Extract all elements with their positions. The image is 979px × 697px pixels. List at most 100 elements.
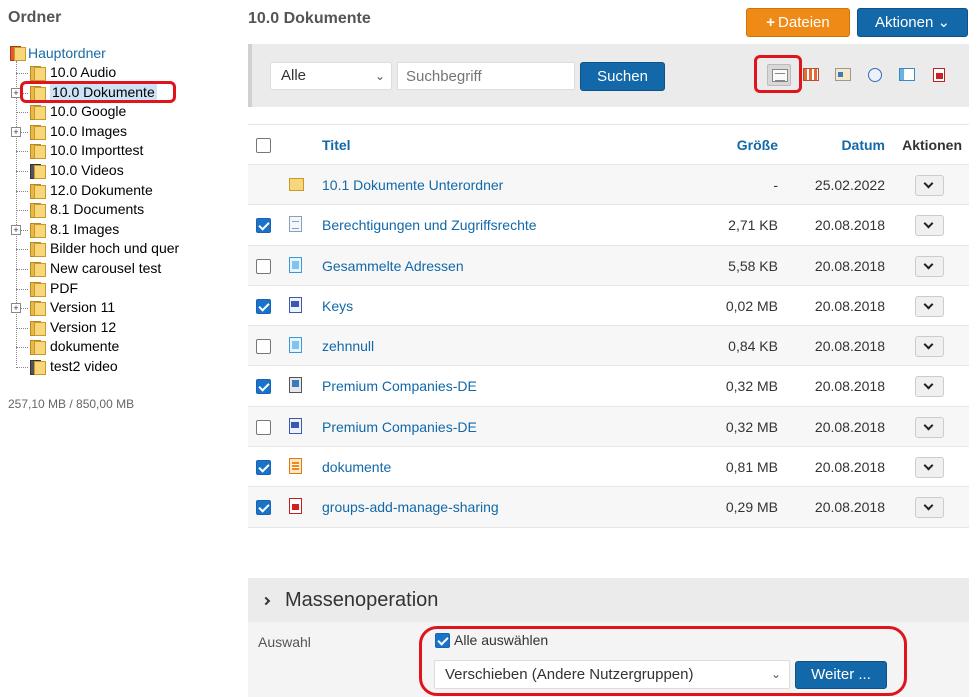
tree-item[interactable]: +8.1 Images xyxy=(8,220,240,240)
file-date: 20.08.2018 xyxy=(814,378,885,395)
file-date: 20.08.2018 xyxy=(814,499,885,516)
row-checkbox[interactable] xyxy=(256,339,271,355)
file-name-link[interactable]: groups-add-manage-sharing xyxy=(322,487,499,527)
timeline-view-button[interactable] xyxy=(863,64,887,86)
chevron-down-icon: ⌄ xyxy=(374,69,385,83)
tree-item-label: 10.0 Videos xyxy=(50,161,124,178)
row-checkbox[interactable] xyxy=(256,379,271,395)
tree-item[interactable]: 8.1 Documents xyxy=(8,200,240,220)
row-checkbox[interactable] xyxy=(256,218,271,234)
filter-toolbar: Alle ⌄ Suchen xyxy=(248,44,969,107)
tree-item[interactable]: 10.0 Google xyxy=(8,102,240,122)
tree-item-label: 10.0 Google xyxy=(50,103,127,120)
type-filter-select[interactable]: Alle ⌄ xyxy=(270,62,392,90)
table-row: groups-add-manage-sharing 0,29 MB 20.08.20… xyxy=(248,487,969,528)
file-date: 20.08.2018 xyxy=(814,459,885,476)
tree-item[interactable]: 10.0 Videos xyxy=(8,161,240,181)
add-files-label: Dateien xyxy=(778,14,830,31)
tree-item[interactable]: 10.0 Audio xyxy=(8,63,240,83)
panel-view-icon xyxy=(899,68,915,81)
grid-view-icon xyxy=(803,68,819,81)
tree-item[interactable]: 10.0 Importtest xyxy=(8,141,240,161)
file-size: 2,71 KB xyxy=(728,217,778,234)
search-input[interactable] xyxy=(397,62,575,90)
tree-item[interactable]: test2 video xyxy=(8,357,240,377)
expand-icon[interactable]: + xyxy=(11,224,21,235)
row-actions-button[interactable] xyxy=(915,215,944,237)
file-name-link[interactable]: Premium Companies-DE xyxy=(322,407,477,447)
row-checkbox[interactable] xyxy=(256,419,271,435)
row-actions-button[interactable] xyxy=(915,457,944,479)
chevron-down-icon xyxy=(923,178,934,189)
column-header-date[interactable]: Datum xyxy=(841,125,885,165)
panel-view-button[interactable] xyxy=(895,64,919,86)
pdf-view-button[interactable] xyxy=(927,64,951,86)
tree-connector xyxy=(16,249,28,251)
spreadsheet-icon xyxy=(289,337,302,354)
file-name-link[interactable]: zehnnull xyxy=(322,326,374,366)
select-all-checkbox[interactable] xyxy=(256,138,271,153)
row-checkbox[interactable] xyxy=(256,298,271,314)
file-size: 0,81 MB xyxy=(725,459,778,476)
page-title: 10.0 Dokumente xyxy=(248,10,371,27)
column-header-actions: Aktionen xyxy=(902,137,962,153)
table-row: Premium Companies-DE 0,32 MB 20.08.2018 xyxy=(248,406,969,448)
row-actions-button[interactable] xyxy=(915,497,944,519)
tree-connector xyxy=(16,73,28,74)
mass-operation-header[interactable]: Massenoperation xyxy=(248,578,969,622)
file-size: 0,02 MB xyxy=(725,297,778,314)
file-name-link[interactable]: Premium Companies-DE xyxy=(322,366,477,406)
add-files-button[interactable]: + Dateien xyxy=(746,8,850,37)
file-name-link[interactable]: 10.1 Dokumente Unterordner xyxy=(322,165,503,205)
actions-dropdown-button[interactable]: Aktionen ⌄ xyxy=(857,8,968,37)
tree-item[interactable]: 12.0 Dokumente xyxy=(8,181,240,201)
row-actions-button[interactable] xyxy=(915,175,944,196)
mass-operation-title: Massenoperation xyxy=(285,589,439,611)
table-row: zehnnull 0,84 KB 20.08.2018 xyxy=(248,326,969,367)
column-header-title[interactable]: Titel xyxy=(322,125,351,165)
search-button[interactable]: Suchen xyxy=(580,62,665,91)
grid-view-button[interactable] xyxy=(799,64,823,86)
row-actions-button[interactable] xyxy=(915,295,944,317)
tree-item[interactable]: New carousel test xyxy=(8,259,240,279)
tree-item-label: New carousel test xyxy=(50,259,162,276)
tree-item-label: 10.0 Importtest xyxy=(50,142,144,159)
tree-item[interactable]: PDF xyxy=(8,279,240,299)
tree-item[interactable]: dokumente xyxy=(8,337,240,357)
row-checkbox[interactable] xyxy=(256,500,271,516)
folder-icon xyxy=(289,178,304,191)
file-date: 20.08.2018 xyxy=(814,297,885,314)
row-actions-button[interactable] xyxy=(915,255,944,277)
folder-sidebar: Ordner Hauptordner 10.0 Audio +10.0 Dokum… xyxy=(0,0,240,697)
chevron-right-icon xyxy=(261,596,271,606)
file-name-link[interactable]: Berechtigungen und Zugriffsrechte xyxy=(322,205,537,245)
tree-item[interactable]: Version 12 xyxy=(8,318,240,338)
chevron-down-icon xyxy=(923,420,934,431)
file-name-link[interactable]: dokumente xyxy=(322,447,391,487)
tree-item[interactable]: Bilder hoch und quer xyxy=(8,239,240,259)
file-name-link[interactable]: Keys xyxy=(322,286,353,326)
expand-icon[interactable]: + xyxy=(11,303,21,314)
row-checkbox[interactable] xyxy=(256,258,271,274)
tree-root-label: Hauptordner xyxy=(28,45,106,61)
file-name-link[interactable]: Gesammelte Adressen xyxy=(322,246,464,286)
tree-connector xyxy=(16,347,28,349)
expand-icon[interactable]: + xyxy=(11,126,21,137)
type-filter-value: Alle xyxy=(281,67,307,84)
video-folder-icon xyxy=(30,359,46,381)
row-checkbox[interactable] xyxy=(256,460,271,476)
tree-item[interactable]: +10.0 Images xyxy=(8,122,240,142)
tree-item-label: 10.0 Audio xyxy=(50,64,117,80)
tree-connector xyxy=(16,170,28,172)
card-view-button[interactable] xyxy=(831,64,855,86)
tree-root-item[interactable]: Hauptordner xyxy=(8,44,240,63)
table-row: dokumente 0,81 MB 20.08.2018 xyxy=(248,447,969,488)
tree-item[interactable]: + Version 11 xyxy=(8,298,240,318)
plus-icon: + xyxy=(766,14,776,31)
row-actions-button[interactable] xyxy=(915,336,944,358)
pdf-icon xyxy=(289,498,302,515)
row-actions-button[interactable] xyxy=(915,416,944,438)
file-size: 0,32 MB xyxy=(725,378,778,395)
column-header-size[interactable]: Größe xyxy=(737,125,778,165)
row-actions-button[interactable] xyxy=(915,376,944,398)
